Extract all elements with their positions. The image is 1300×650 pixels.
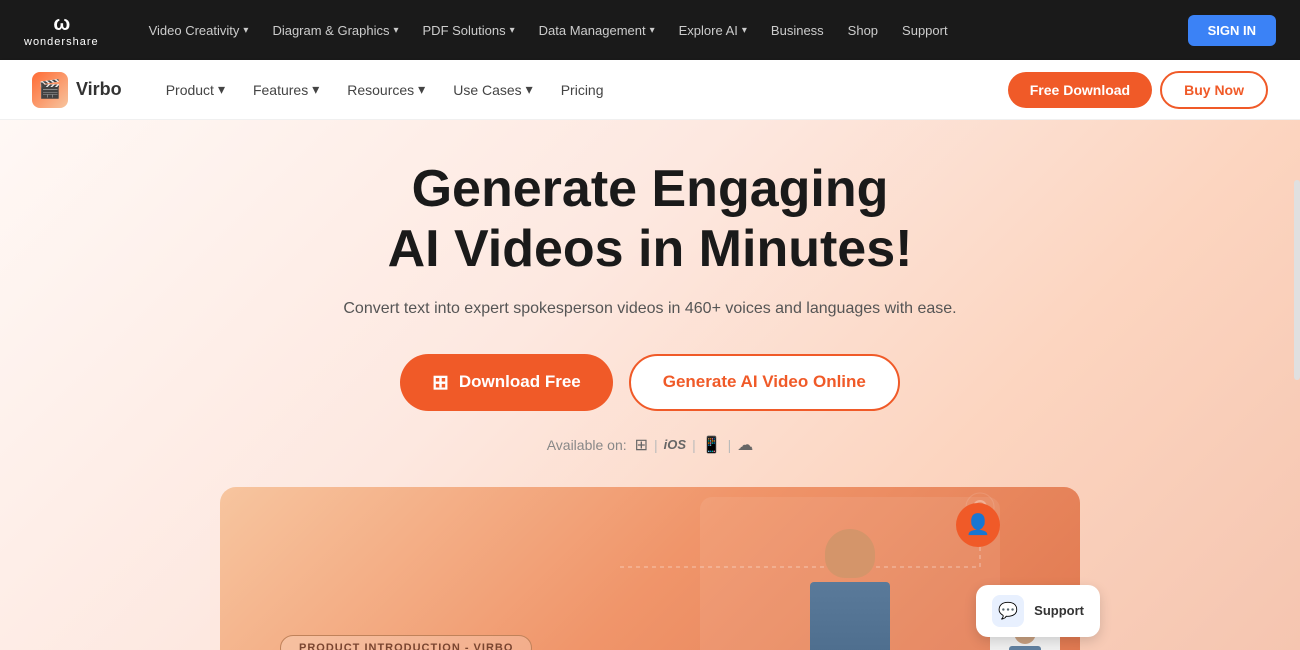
nav-video-creativity[interactable]: Video Creativity ▾ [139,17,259,44]
hero-buttons: ⊞ Download Free Generate AI Video Online [0,354,1300,411]
free-download-button[interactable]: Free Download [1008,72,1152,108]
chevron-down-icon: ▾ [243,25,248,36]
windows-icon: ⊞ [432,370,449,395]
chevron-down-icon: ▾ [510,25,515,36]
hero-section: Generate Engaging AI Videos in Minutes! … [0,120,1300,650]
presenter-panel [700,497,1000,650]
available-on: Available on: ⊞ | iOS | 📱 | ☁ [0,435,1300,455]
product-intro-badge: PRODUCT INTRODUCTION - VIRBO [280,635,532,650]
android-platform-icon: 📱 [702,435,722,455]
chevron-down-icon: ▾ [218,81,225,98]
buy-now-button[interactable]: Buy Now [1160,71,1268,109]
nav-use-cases[interactable]: Use Cases ▾ [441,73,545,106]
top-nav-links: Video Creativity ▾ Diagram & Graphics ▾ … [139,17,1164,44]
chevron-down-icon: ▾ [312,81,319,98]
hero-subtitle: Convert text into expert spokesperson vi… [0,300,1300,318]
chevron-down-icon: ▾ [526,81,533,98]
presenter-head [825,529,875,578]
wondershare-logo[interactable]: ω wondershare [24,13,99,48]
nav-data-management[interactable]: Data Management ▾ [529,17,665,44]
nav-business[interactable]: Business [761,17,834,44]
windows-platform-icon: ⊞ [635,435,648,455]
top-navigation: ω wondershare Video Creativity ▾ Diagram… [0,0,1300,60]
nav-explore-ai[interactable]: Explore AI ▾ [669,17,757,44]
nav-pdf-solutions[interactable]: PDF Solutions ▾ [413,17,525,44]
nav-diagram-graphics[interactable]: Diagram & Graphics ▾ [262,17,408,44]
scrollbar[interactable] [1294,180,1300,380]
nav-features[interactable]: Features ▾ [241,73,331,106]
platform-icons: ⊞ | iOS | 📱 | ☁ [635,435,754,455]
chevron-down-icon: ▾ [418,81,425,98]
support-widget[interactable]: 💬 Support [976,585,1100,637]
chevron-down-icon: ▾ [650,25,655,36]
support-icon: 💬 [992,595,1024,627]
nav-resources[interactable]: Resources ▾ [335,73,437,106]
download-free-button[interactable]: ⊞ Download Free [400,354,613,411]
preview-area: 🔇 PRODUCT INTRODUCTION - VIRBO [0,487,1300,650]
presenter-body [810,582,890,650]
chevron-down-icon: ▾ [742,25,747,36]
hero-title: Generate Engaging AI Videos in Minutes! [0,160,1300,280]
nav-pricing[interactable]: Pricing [549,74,616,106]
virbo-name: Virbo [76,79,122,100]
virbo-brand[interactable]: 🎬 Virbo [32,72,122,108]
preview-card: PRODUCT INTRODUCTION - VIRBO 👤 [220,487,1080,650]
nav-shop[interactable]: Shop [838,17,888,44]
virbo-avatar: 🎬 [32,72,68,108]
product-navigation: 🎬 Virbo Product ▾ Features ▾ Resources ▾… [0,60,1300,120]
user-icon: 👤 [966,512,991,537]
sign-in-button[interactable]: SIGN IN [1188,15,1276,46]
nav-support[interactable]: Support [892,17,958,44]
chevron-down-icon: ▾ [393,25,398,36]
user-icon-circle: 👤 [956,503,1000,547]
ios-platform-icon: iOS [664,437,686,452]
presenter-figure [790,517,910,650]
nav-product[interactable]: Product ▾ [154,73,237,106]
cloud-platform-icon: ☁ [737,435,753,455]
second-nav-links: Product ▾ Features ▾ Resources ▾ Use Cas… [154,73,1000,106]
generate-online-button[interactable]: Generate AI Video Online [629,354,900,411]
